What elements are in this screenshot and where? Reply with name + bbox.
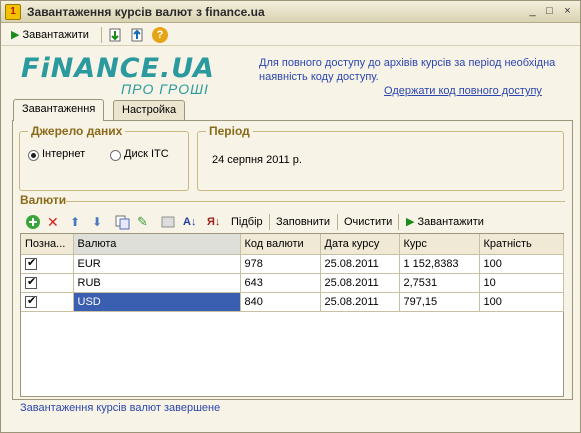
mark-cell[interactable] bbox=[21, 273, 74, 293]
app-icon: 1 bbox=[5, 4, 21, 20]
import-icon bbox=[109, 28, 121, 42]
code-cell[interactable]: 643 bbox=[240, 273, 321, 293]
mark-cell[interactable] bbox=[21, 292, 74, 312]
source-disk-label: Диск ITC bbox=[124, 148, 169, 160]
column-header-date[interactable]: Дата курсу bbox=[320, 234, 400, 255]
row-checkbox[interactable] bbox=[25, 256, 37, 270]
table-row[interactable]: USD 840 25.08.2011 797,15 100 bbox=[21, 292, 564, 312]
column-header-code[interactable]: Код валюти bbox=[240, 234, 321, 255]
copy-icon bbox=[115, 215, 130, 230]
title-bar[interactable]: 1 Завантаження курсів валют з finance.ua… bbox=[1, 1, 580, 23]
source-internet-radio[interactable] bbox=[28, 150, 39, 161]
end-edit-button[interactable] bbox=[160, 214, 176, 230]
column-header-rate[interactable]: Курс bbox=[399, 234, 480, 255]
arrow-down-icon: ⬇ bbox=[92, 215, 103, 229]
multiplicity-cell[interactable]: 10 bbox=[479, 273, 564, 293]
maximize-button[interactable]: □ bbox=[541, 4, 558, 19]
date-cell[interactable]: 25.08.2011 bbox=[320, 273, 400, 293]
rate-cell[interactable]: 2,7531 bbox=[399, 273, 480, 293]
column-header-multiplicity[interactable]: Кратність bbox=[479, 234, 564, 255]
sort-asc-button[interactable]: A↓ bbox=[183, 214, 196, 230]
row-checkbox[interactable] bbox=[25, 294, 37, 308]
source-disk-radio[interactable] bbox=[110, 150, 121, 161]
export-button[interactable] bbox=[129, 27, 145, 43]
section-divider bbox=[66, 201, 565, 202]
currencies-section-title: Валюти bbox=[20, 193, 67, 207]
grid-download-button[interactable]: ▶ Завантажити bbox=[406, 214, 484, 230]
export-icon bbox=[131, 28, 143, 42]
close-button[interactable]: × bbox=[559, 4, 576, 19]
date-cell[interactable]: 25.08.2011 bbox=[320, 292, 400, 312]
minimize-button[interactable]: _ bbox=[524, 4, 541, 19]
multiplicity-cell[interactable]: 100 bbox=[479, 292, 564, 312]
period-value[interactable]: 24 серпня 2011 р. bbox=[212, 154, 302, 166]
column-header-currency[interactable]: Валюта bbox=[73, 234, 241, 255]
table-row[interactable]: EUR 978 25.08.2011 1 152,8383 100 bbox=[21, 254, 564, 274]
tab-download[interactable]: Завантаження bbox=[13, 99, 105, 121]
help-button[interactable]: ? bbox=[152, 27, 168, 44]
grid-download-label: Завантажити bbox=[417, 216, 484, 228]
add-row-button[interactable] bbox=[25, 214, 41, 230]
clear-button[interactable]: Очистити bbox=[344, 214, 392, 230]
delete-icon: ✕ bbox=[47, 214, 59, 230]
code-cell[interactable]: 840 bbox=[240, 292, 321, 312]
edit-row-button[interactable]: ✎ bbox=[137, 214, 148, 230]
window-title: Завантаження курсів валют з finance.ua bbox=[27, 5, 265, 19]
rate-cell[interactable]: 797,15 bbox=[399, 292, 480, 312]
rate-cell[interactable]: 1 152,8383 bbox=[399, 254, 480, 274]
table-header: Позна... Валюта Код валюти Дата курсу Ку… bbox=[21, 234, 564, 255]
play-icon: ▶ bbox=[406, 216, 415, 228]
pencil-icon: ✎ bbox=[137, 214, 148, 229]
finance-logo-subtitle: ПРО ГРОШІ bbox=[121, 81, 209, 97]
table-icon bbox=[161, 216, 175, 228]
toolbar-separator bbox=[269, 214, 270, 230]
delete-row-button[interactable]: ✕ bbox=[47, 214, 59, 230]
currencies-table[interactable]: Позна... Валюта Код валюти Дата курсу Ку… bbox=[20, 233, 564, 397]
move-down-button[interactable]: ⬇ bbox=[92, 214, 102, 230]
access-info-text: Для повного доступу до архівів курсів за… bbox=[259, 57, 556, 83]
column-header-mark[interactable]: Позна... bbox=[21, 234, 74, 255]
currency-cell[interactable]: RUB bbox=[73, 273, 241, 293]
status-message: Завантаження курсів валют завершене bbox=[20, 402, 221, 414]
code-cell[interactable]: 978 bbox=[240, 254, 321, 274]
toolbar-separator bbox=[398, 214, 399, 230]
source-group: Джерело даних Інтернет Диск ITC bbox=[19, 124, 189, 191]
get-access-code-link[interactable]: Одержати код повного доступу bbox=[384, 85, 542, 97]
toolbar-separator bbox=[337, 214, 338, 230]
period-group-title: Період bbox=[206, 124, 253, 138]
copy-row-button[interactable] bbox=[114, 214, 130, 230]
add-icon bbox=[26, 215, 40, 230]
main-toolbar: ▶ Завантажити ? bbox=[1, 24, 580, 46]
mark-cell[interactable] bbox=[21, 254, 74, 274]
table-row[interactable]: RUB 643 25.08.2011 2,7531 10 bbox=[21, 273, 564, 293]
multiplicity-cell[interactable]: 100 bbox=[479, 254, 564, 274]
toolbar-separator bbox=[101, 27, 102, 43]
main-window: 1 Завантаження курсів валют з finance.ua… bbox=[0, 0, 581, 433]
currency-cell[interactable]: USD bbox=[73, 292, 241, 312]
tab-settings[interactable]: Настройка bbox=[113, 100, 186, 120]
download-button[interactable]: ▶ Завантажити bbox=[11, 27, 89, 43]
sort-desc-icon: Я↓ bbox=[207, 216, 221, 228]
sort-asc-icon: A↓ bbox=[183, 216, 197, 228]
period-group: Період 24 серпня 2011 р. bbox=[197, 124, 564, 191]
select-button[interactable]: Підбір bbox=[231, 214, 263, 230]
finance-logo: FiNANCE.UA bbox=[21, 53, 215, 84]
source-internet-label: Інтернет bbox=[42, 148, 86, 160]
currency-cell[interactable]: EUR bbox=[73, 254, 241, 274]
import-button[interactable] bbox=[107, 27, 123, 43]
row-checkbox[interactable] bbox=[25, 275, 37, 289]
arrow-up-icon: ⬆ bbox=[70, 215, 81, 229]
source-group-title: Джерело даних bbox=[28, 124, 126, 138]
date-cell[interactable]: 25.08.2011 bbox=[320, 254, 400, 274]
fill-button[interactable]: Заповнити bbox=[276, 214, 330, 230]
play-icon: ▶ bbox=[11, 29, 20, 41]
move-up-button[interactable]: ⬆ bbox=[70, 214, 80, 230]
help-icon: ? bbox=[152, 27, 168, 44]
download-label: Завантажити bbox=[22, 29, 89, 41]
sort-desc-button[interactable]: Я↓ bbox=[207, 214, 220, 230]
